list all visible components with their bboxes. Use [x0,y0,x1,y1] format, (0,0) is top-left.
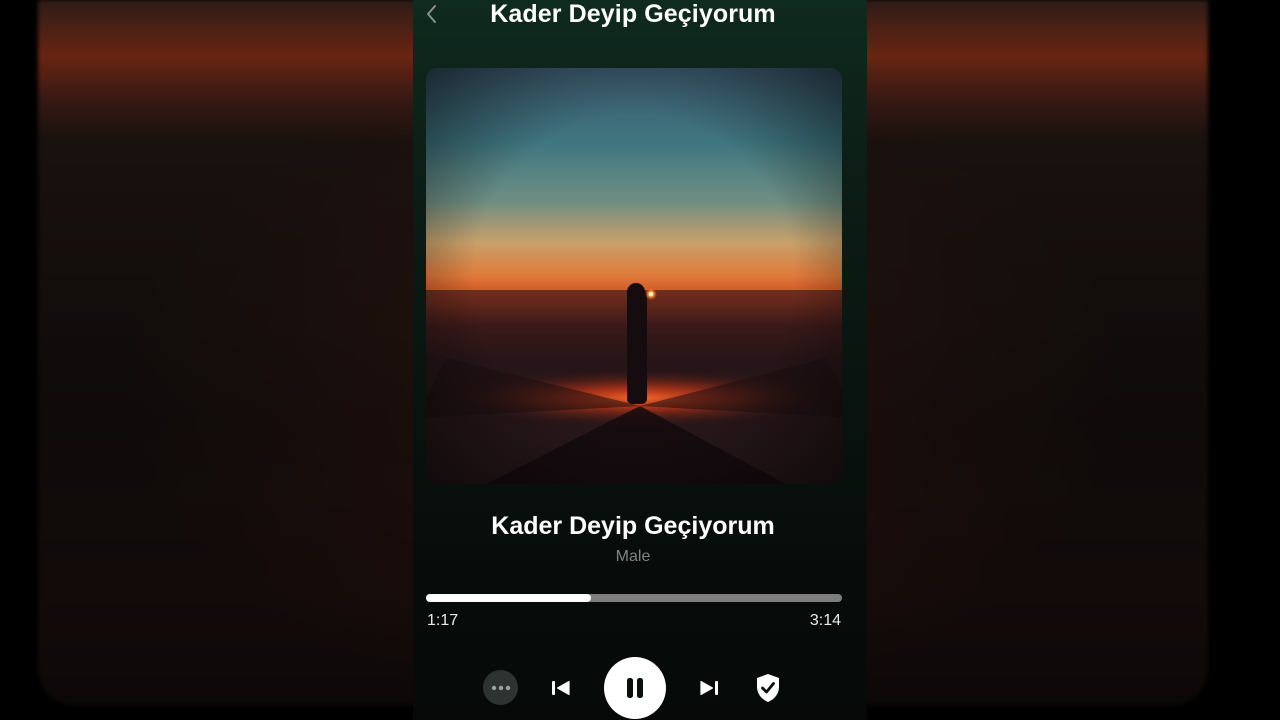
artist-name[interactable]: Male [413,546,853,568]
elapsed-time: 1:17 [427,612,459,629]
playback-controls [413,652,867,720]
total-duration: 3:14 [809,612,841,629]
more-options-button[interactable] [483,670,518,705]
previous-track-button[interactable] [549,676,573,700]
shield-button[interactable] [754,672,782,704]
progress-bar[interactable] [426,593,842,603]
skip-previous-icon [552,680,570,696]
pause-icon [627,678,643,698]
shield-check-icon [757,674,779,702]
next-track-button[interactable] [697,676,721,700]
screen: Kader Deyip Geçiyorum Kader Deyip Geçiyo… [0,0,1280,720]
more-dots-icon [491,685,510,690]
page-title: Kader Deyip Geçiyorum [490,0,776,28]
progress-fill [426,594,591,602]
skip-next-icon [700,680,718,696]
player-window: Kader Deyip Geçiyorum Kader Deyip Geçiyo… [413,0,867,720]
play-pause-button[interactable] [604,657,666,719]
album-artwork [426,68,842,484]
song-title: Kader Deyip Geçiyorum [491,512,775,540]
header: Kader Deyip Geçiyorum [413,0,867,32]
